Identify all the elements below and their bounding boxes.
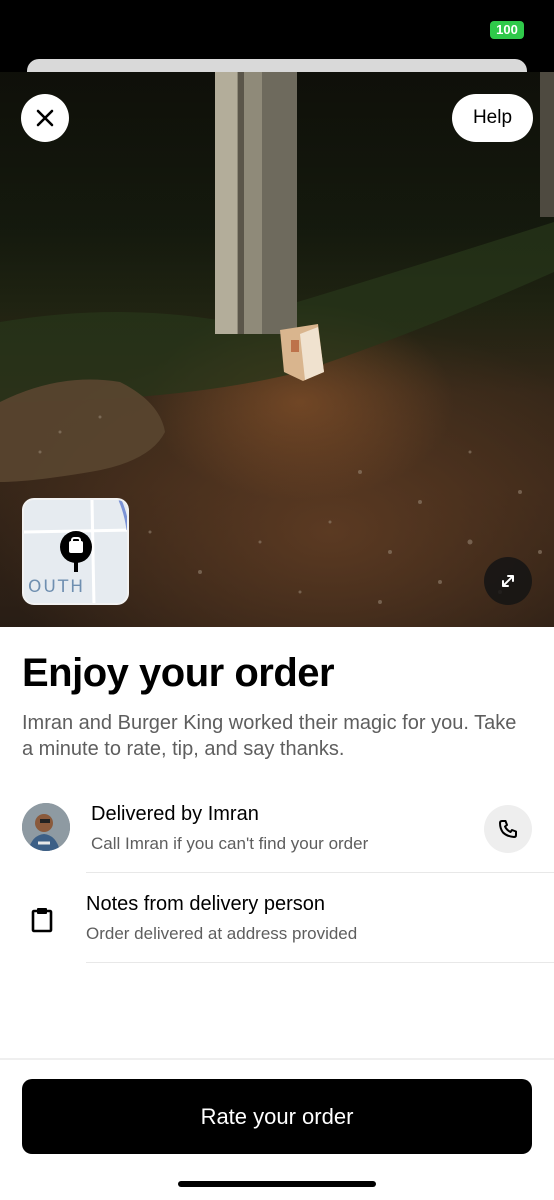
- notes-subtitle: Order delivered at address provided: [86, 924, 358, 943]
- delivered-by-subtitle: Call Imran if you can't find your order: [91, 834, 369, 853]
- clipboard-icon: [31, 908, 53, 933]
- help-button[interactable]: Help: [452, 94, 533, 142]
- home-indicator[interactable]: [178, 1181, 376, 1187]
- delivered-by-title: Delivered by Imran: [91, 803, 259, 825]
- expand-icon: [502, 575, 514, 587]
- phone-icon: [499, 820, 517, 838]
- notes-title: Notes from delivery person: [86, 893, 325, 915]
- map-thumbnail[interactable]: OUTH: [22, 498, 129, 605]
- footer-divider: [0, 1058, 554, 1060]
- courier-avatar: [22, 803, 70, 851]
- row-divider: [86, 872, 554, 873]
- row-divider: [86, 962, 554, 963]
- page-subtitle: Imran and Burger King worked their magic…: [22, 712, 517, 760]
- close-icon: [36, 109, 54, 127]
- call-courier-button[interactable]: [484, 805, 532, 853]
- page-title: Enjoy your order: [22, 651, 335, 695]
- rate-order-button[interactable]: Rate your order: [22, 1079, 532, 1154]
- map-pin-icon: [60, 531, 92, 572]
- expand-photo-button[interactable]: [484, 557, 532, 605]
- close-button[interactable]: [21, 94, 69, 142]
- courier-photo: [22, 803, 70, 851]
- battery-indicator: 100: [490, 21, 524, 39]
- order-details-sheet: Enjoy your order Imran and Burger King w…: [0, 627, 554, 1200]
- map-street-label: OUTH: [28, 577, 85, 597]
- status-bar: 100: [0, 0, 554, 60]
